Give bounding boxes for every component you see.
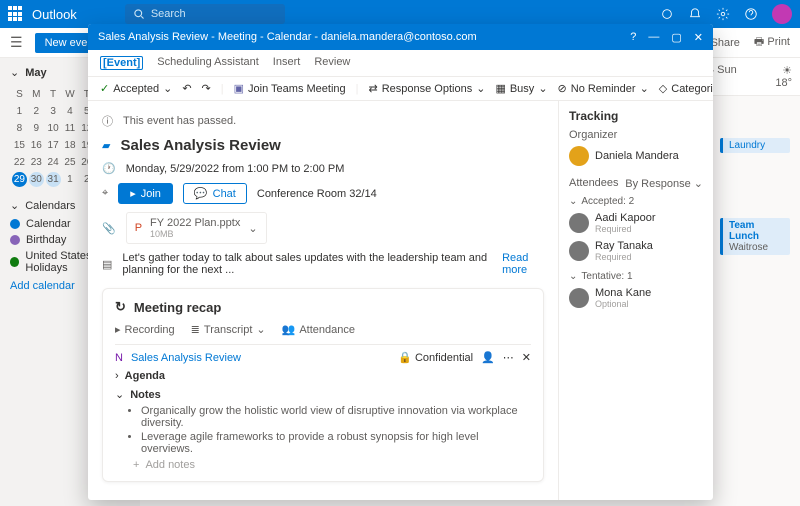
recap-title-link[interactable]: Sales Analysis Review [131,352,241,364]
briefcase-icon: ▰ [102,139,110,152]
attendance-tab[interactable]: 👥 Attendance [282,323,355,336]
attachment-icon: 📎 [102,222,116,235]
add-notes-button[interactable]: + Add notes [133,459,531,471]
recap-heading: Meeting recap [134,300,221,315]
onenote-icon: N [115,352,123,364]
accepted-group: Accepted: 2 [581,196,634,207]
minimize-icon[interactable]: — [648,31,659,44]
maximize-icon[interactable]: ▢ [671,31,681,44]
attendee[interactable]: Aadi KapoorRequired [569,209,703,237]
chat-button[interactable]: 💬 Chat [183,183,247,204]
event-chip[interactable]: Laundry [720,138,790,153]
by-response-dropdown[interactable]: By Response ⌄ [625,177,703,190]
reminder-button[interactable]: ⊘ No Reminder ⌄ [558,82,649,95]
attendees-label: Attendees [569,177,619,190]
tab-event[interactable]: [Event] [100,56,143,70]
user-avatar[interactable] [772,4,792,24]
menu-icon[interactable]: ☰ [10,34,23,51]
meeting-description: Let's gather today to talk about sales u… [122,252,492,276]
brand-label: Outlook [32,7,77,22]
settings-icon[interactable] [716,7,730,21]
modal-title: Sales Analysis Review - Meeting - Calend… [98,31,477,43]
organizer-label: Organizer [569,129,703,141]
attendee[interactable]: Mona KaneOptional [569,284,703,312]
meeting-modal: Sales Analysis Review - Meeting - Calend… [88,24,713,500]
more-icon[interactable]: ⋯ [503,351,514,364]
confidential-badge: 🔒 Confidential [398,351,473,364]
help-icon[interactable] [744,7,758,21]
chevron-down-icon[interactable]: ⌄ [248,222,257,235]
note-bullet: Organically grow the holistic world view… [141,405,531,429]
tentative-group: Tentative: 1 [581,271,632,282]
event-chip[interactable]: Team Lunch Waitrose [720,218,790,255]
note-bullet: Leverage agile frameworks to provide a r… [141,431,531,455]
calendars-heading: Calendars [25,200,75,212]
tab-insert[interactable]: Insert [273,56,301,70]
close-icon[interactable]: ✕ [694,31,703,44]
busy-button[interactable]: ▦ Busy ⌄ [495,82,547,95]
chevron-down-icon[interactable]: ⌄ [10,66,19,79]
event-passed-notice: This event has passed. [123,115,236,127]
month-label: May [25,67,46,79]
room-label: Conference Room 32/14 [257,188,377,200]
notes-heading: Notes [130,389,161,401]
transcript-tab[interactable]: ≣ Transcript ⌄ [191,323,266,336]
share-icon[interactable]: 👤 [481,351,495,364]
search-input[interactable]: Search [125,4,285,24]
chevron-down-icon[interactable]: ⌄ [115,388,124,401]
tab-review[interactable]: Review [314,56,350,70]
print-button[interactable]: 🖶 Print [754,33,790,52]
accepted-button[interactable]: ✓Accepted ⌄ [100,82,172,95]
meeting-title: Sales Analysis Review [120,137,280,154]
meeting-recap-panel: ↻ Meeting recap ▸ Recording ≣ Transcript … [102,288,544,482]
categorize-button[interactable]: ◇ Categorize ⌄ [659,82,713,95]
notes-icon: ▤ [102,258,112,271]
clock-icon: 🕐 [102,162,116,175]
response-options-button[interactable]: ⇄ Response Options ⌄ [369,82,486,95]
teams-icon[interactable] [660,7,674,21]
agenda-heading: Agenda [125,370,165,382]
notifications-icon[interactable] [688,7,702,21]
forward-icon[interactable]: ↷ [202,82,211,95]
app-launcher-icon[interactable] [8,6,24,22]
info-icon: ⓘ [102,113,113,129]
join-button[interactable]: ▸ Join [118,183,173,204]
close-icon[interactable]: ✕ [522,351,531,364]
teams-meeting-button[interactable]: ▣Join Teams Meeting [234,82,346,95]
recap-icon: ↻ [115,299,126,315]
organizer-name: Daniela Mandera [595,150,679,162]
search-icon [133,8,145,20]
chevron-down-icon[interactable]: ⌄ [10,199,19,212]
search-placeholder: Search [151,8,186,20]
attendee[interactable]: Ray TanakaRequired [569,237,703,265]
attachment-chip[interactable]: P FY 2022 Plan.pptx10MB ⌄ [126,212,267,244]
read-more-link[interactable]: Read more [502,252,544,276]
chevron-down-icon[interactable]: ⌄ [569,196,577,207]
reply-icon[interactable]: ↶ [182,82,191,95]
meeting-time: Monday, 5/29/2022 from 1:00 PM to 2:00 P… [126,163,345,175]
recording-tab[interactable]: ▸ Recording [115,323,175,336]
help-icon[interactable]: ? [630,31,636,44]
tracking-heading: Tracking [569,109,703,123]
chevron-right-icon[interactable]: › [115,370,119,382]
location-icon: ⌖ [102,187,108,200]
chevron-down-icon[interactable]: ⌄ [569,271,577,282]
tab-scheduling[interactable]: Scheduling Assistant [157,56,259,70]
